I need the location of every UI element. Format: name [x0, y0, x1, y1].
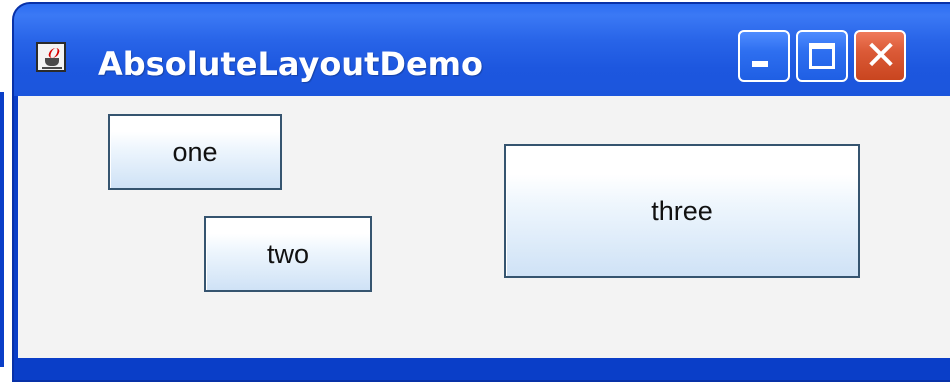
window-left-border — [0, 92, 4, 367]
application-window: AbsoluteLayoutDemo ✕ one two three — [12, 2, 950, 382]
minimize-icon — [752, 61, 768, 67]
coffee-steam — [47, 48, 61, 58]
button-two[interactable]: two — [204, 216, 372, 292]
window-titlebar[interactable]: AbsoluteLayoutDemo ✕ — [14, 4, 950, 96]
maximize-icon — [809, 43, 835, 69]
button-three[interactable]: three — [504, 144, 860, 278]
java-coffee-cup-icon[interactable] — [36, 42, 66, 72]
close-icon: ✕ — [864, 33, 898, 79]
window-title: AbsoluteLayoutDemo — [98, 45, 483, 83]
maximize-button[interactable] — [796, 30, 848, 82]
coffee-saucer — [42, 67, 62, 69]
close-button[interactable]: ✕ — [854, 30, 906, 82]
window-content: one two three — [18, 96, 950, 358]
button-one[interactable]: one — [108, 114, 282, 190]
coffee-cup — [45, 58, 59, 66]
minimize-button[interactable] — [738, 30, 790, 82]
